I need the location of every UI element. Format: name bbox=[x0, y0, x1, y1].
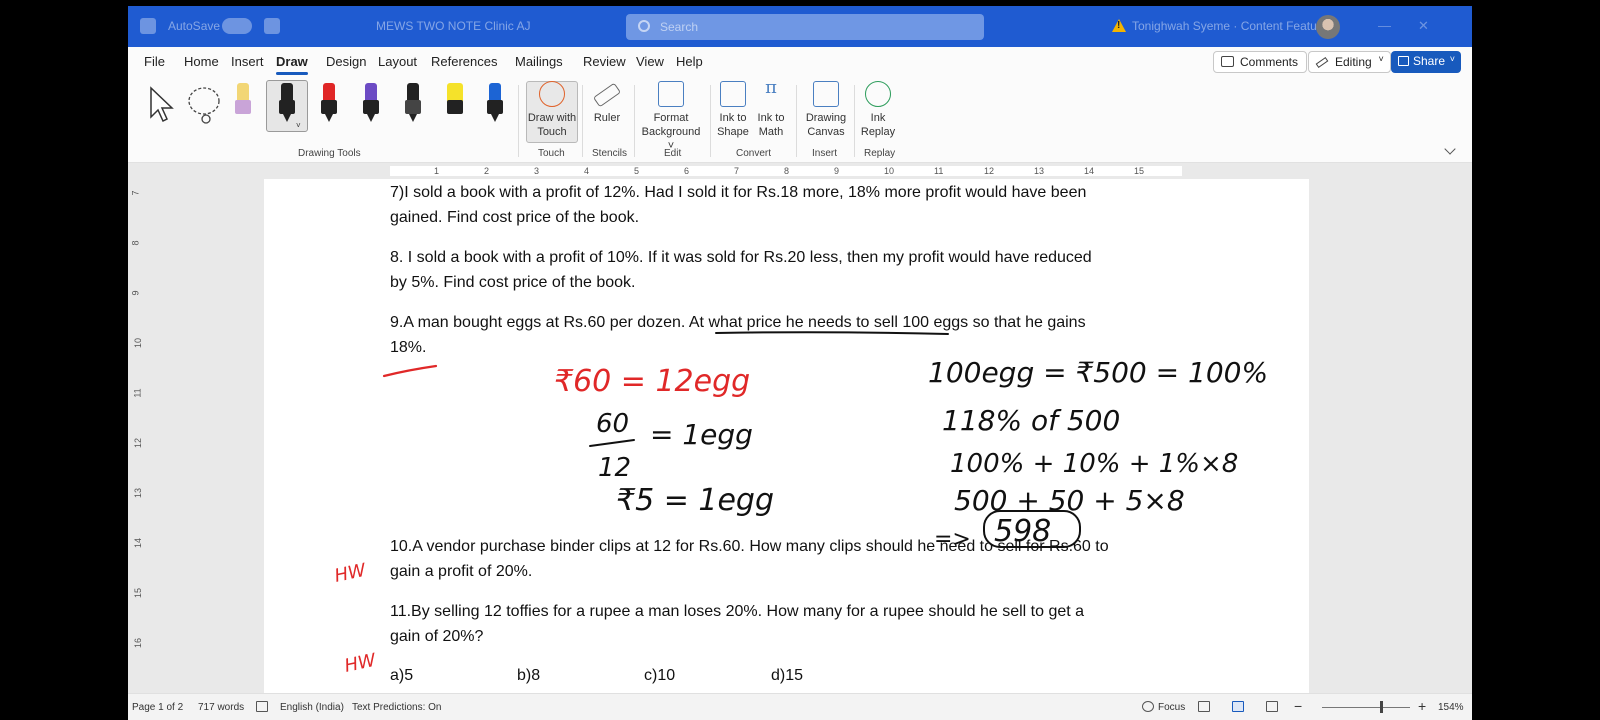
text-predictions[interactable]: Text Predictions: On bbox=[352, 702, 441, 713]
status-bar: Page 1 of 2 717 words English (India) Te… bbox=[128, 693, 1472, 720]
print-layout-icon[interactable] bbox=[1232, 701, 1244, 712]
ink-hw-note-1: HW bbox=[333, 560, 369, 587]
ink-left-line1: ₹60 = 12egg bbox=[554, 364, 750, 399]
read-mode-icon[interactable] bbox=[1198, 701, 1210, 712]
focus-icon[interactable] bbox=[1142, 701, 1154, 712]
page-count[interactable]: Page 1 of 2 bbox=[132, 702, 183, 713]
ink-implies-arrow: => bbox=[934, 527, 971, 552]
ink-red-stroke bbox=[382, 364, 438, 378]
ink-left-line2: = 1egg bbox=[650, 418, 753, 451]
web-layout-icon[interactable] bbox=[1266, 701, 1278, 712]
ink-right-line1: 100egg = ₹500 = 100% bbox=[928, 356, 1268, 389]
ink-hw-note-2: HW bbox=[343, 650, 379, 677]
word-count[interactable]: 717 words bbox=[198, 702, 244, 713]
word-window: AutoSave MEWS TWO NOTE Clinic AJ Search … bbox=[128, 6, 1472, 720]
ink-underline bbox=[715, 331, 949, 335]
zoom-in-icon[interactable]: + bbox=[1418, 698, 1426, 714]
ink-fraction-bar bbox=[589, 439, 635, 447]
ink-left-line3: ₹5 = 1egg bbox=[616, 483, 774, 518]
zoom-slider-thumb[interactable] bbox=[1380, 701, 1383, 713]
zoom-slider[interactable] bbox=[1322, 707, 1410, 708]
ink-right-line3: 100% + 10% + 1%×8 bbox=[950, 449, 1238, 479]
language[interactable]: English (India) bbox=[280, 702, 344, 713]
ink-answer: 598 bbox=[994, 514, 1051, 549]
zoom-level[interactable]: 154% bbox=[1438, 702, 1464, 713]
ink-left-frac-num: 60 bbox=[596, 409, 629, 439]
ink-right-line2: 118% of 500 bbox=[942, 404, 1120, 437]
ink-left-frac-den: 12 bbox=[598, 453, 631, 483]
zoom-out-icon[interactable]: − bbox=[1294, 698, 1302, 714]
focus-label[interactable]: Focus bbox=[1158, 702, 1185, 713]
proofing-icon[interactable] bbox=[256, 701, 268, 712]
ink-overlay: ₹60 = 12egg 60 12 = 1egg ₹5 = 1egg 100eg… bbox=[333, 331, 1268, 677]
